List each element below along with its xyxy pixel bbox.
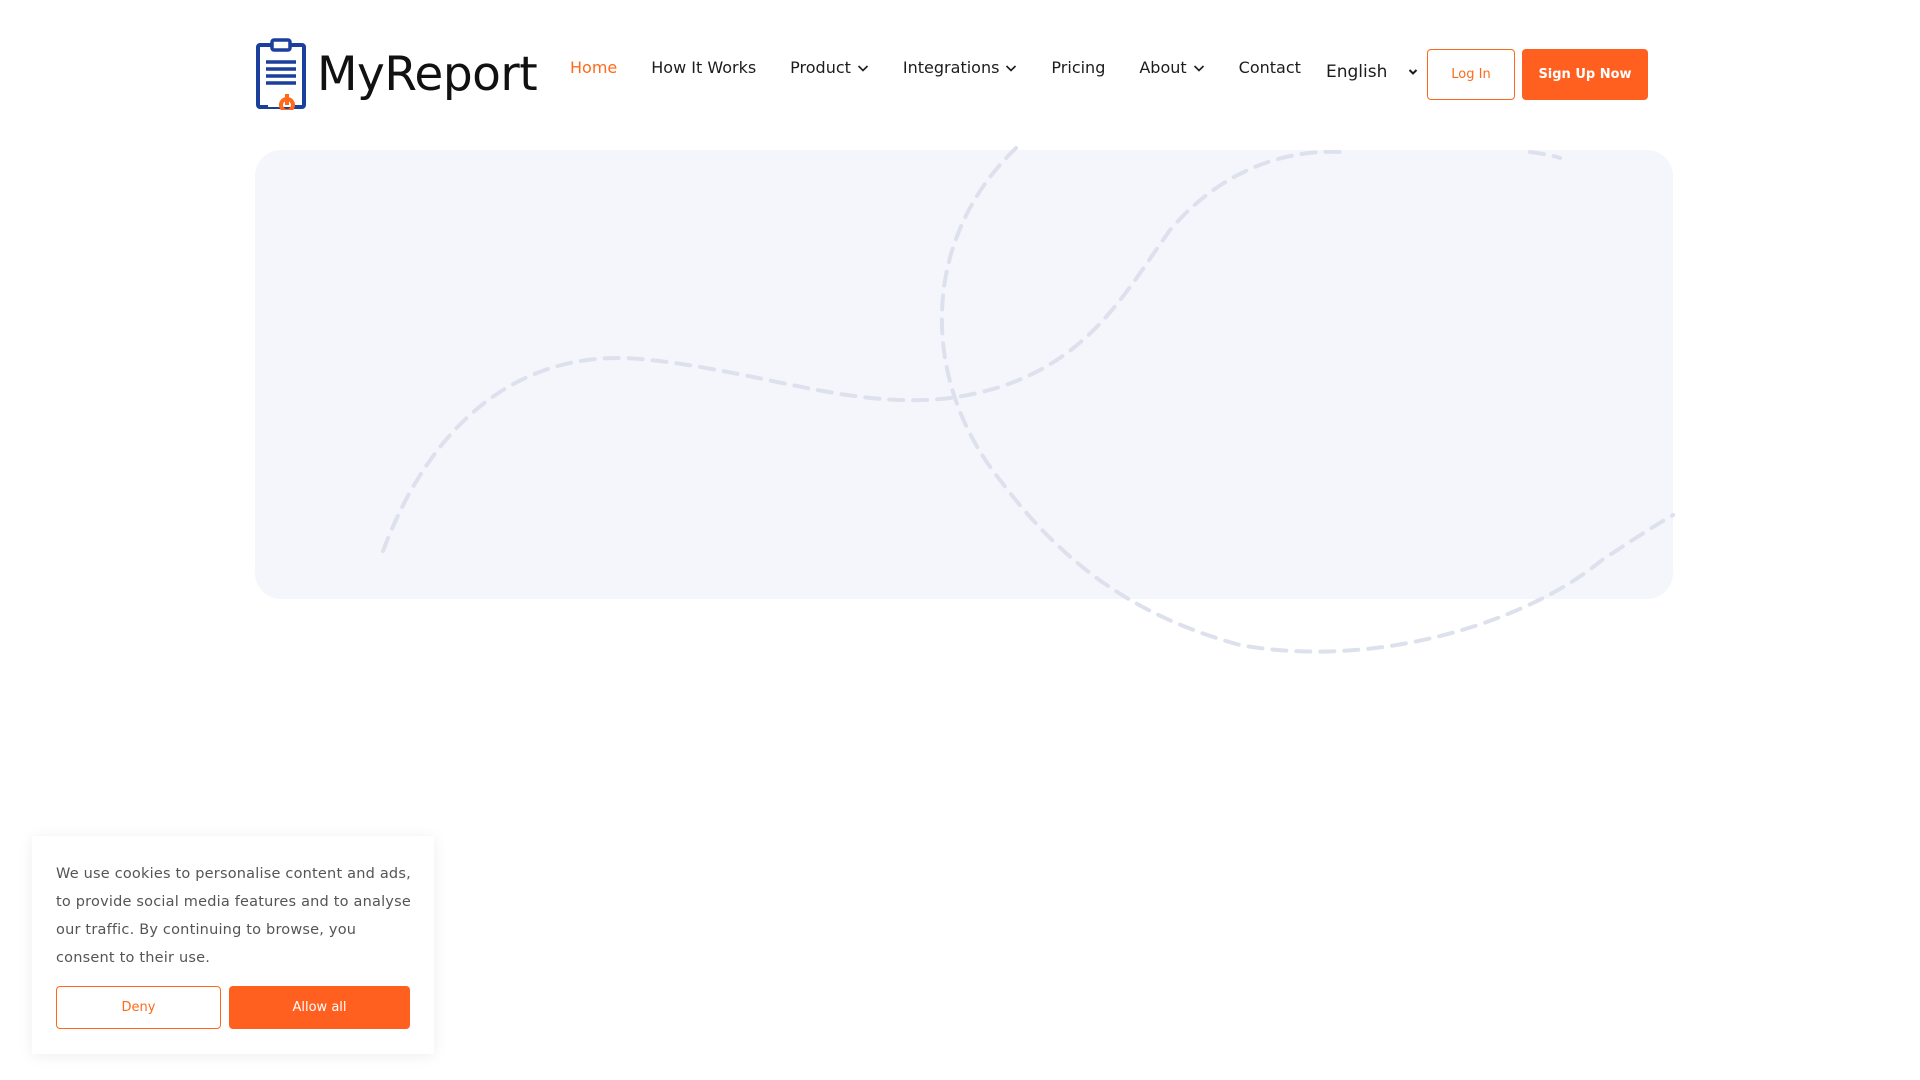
nav-item-contact[interactable]: Contact: [1239, 58, 1301, 77]
nav-item-label: Contact: [1238, 58, 1301, 77]
hero-panel: [255, 150, 1673, 599]
nav-item-label: Product: [790, 58, 851, 77]
cookie-message: We use cookies to personalise content an…: [56, 866, 411, 966]
nav-item-about[interactable]: About: [1139, 58, 1204, 77]
clipboard-logo-icon: [256, 38, 306, 110]
login-button[interactable]: Log In: [1427, 49, 1515, 100]
cookie-banner: We use cookies to personalise content an…: [32, 836, 434, 1054]
nav-item-pricing[interactable]: Pricing: [1051, 58, 1105, 77]
logo-text: MyReport: [317, 46, 538, 102]
nav-item-product[interactable]: Product: [790, 58, 869, 77]
chevron-down-icon: [857, 64, 868, 72]
cookie-actions: Deny Allow all: [56, 986, 410, 1029]
language-label: English: [1326, 62, 1388, 82]
chevron-down-icon: [1006, 64, 1017, 72]
nav-item-label: Home: [570, 58, 618, 77]
nav-item-home[interactable]: Home: [570, 58, 617, 77]
nav-item-label: About: [1139, 58, 1187, 77]
nav-item-integrations[interactable]: Integrations: [903, 58, 1018, 77]
main-nav: Home How It Works Product Integrations P…: [570, 58, 1335, 77]
language-select[interactable]: English: [1326, 62, 1418, 82]
nav-item-label: Integrations: [902, 58, 1000, 77]
site-header: MyReport Home How It Works Product Integ…: [0, 0, 1920, 150]
nav-item-label: Pricing: [1051, 58, 1106, 77]
chevron-down-icon: [1193, 64, 1204, 72]
nav-item-how-it-works[interactable]: How It Works: [651, 58, 756, 77]
chevron-down-icon: [1408, 69, 1418, 75]
deny-button[interactable]: Deny: [56, 986, 221, 1029]
nav-item-label: How It Works: [651, 58, 757, 77]
allow-all-button[interactable]: Allow all: [229, 986, 410, 1029]
logo[interactable]: MyReport: [255, 38, 538, 110]
signup-button[interactable]: Sign Up Now: [1522, 49, 1648, 100]
